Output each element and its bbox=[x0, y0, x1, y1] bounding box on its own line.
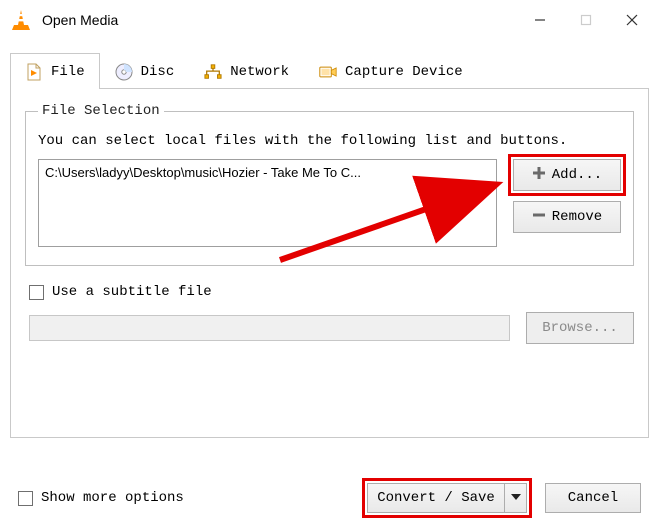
maximize-button[interactable] bbox=[563, 0, 609, 40]
show-more-checkbox[interactable] bbox=[18, 491, 33, 506]
window-title: Open Media bbox=[42, 12, 118, 28]
minimize-button[interactable] bbox=[517, 0, 563, 40]
tab-panel-file: File Selection You can select local file… bbox=[10, 88, 649, 438]
tab-network-label: Network bbox=[230, 64, 289, 80]
convert-save-button[interactable]: Convert / Save bbox=[367, 483, 505, 513]
tab-network[interactable]: Network bbox=[189, 53, 304, 89]
subtitle-path-input bbox=[29, 315, 510, 341]
convert-save-dropdown[interactable] bbox=[505, 483, 527, 513]
close-button[interactable] bbox=[609, 0, 655, 40]
show-more-label: Show more options bbox=[41, 490, 184, 506]
remove-button-label: Remove bbox=[552, 209, 602, 225]
file-list[interactable]: C:\Users\ladyy\Desktop\music\Hozier - Ta… bbox=[38, 159, 497, 247]
tab-capture-label: Capture Device bbox=[345, 64, 463, 80]
browse-button-label: Browse... bbox=[542, 320, 618, 336]
file-selection-help: You can select local files with the foll… bbox=[38, 133, 621, 149]
browse-button: Browse... bbox=[526, 312, 634, 344]
add-button-label: Add... bbox=[552, 167, 602, 183]
plus-icon bbox=[532, 166, 546, 185]
show-more-options-row[interactable]: Show more options bbox=[18, 490, 184, 506]
file-icon bbox=[25, 63, 43, 81]
convert-save-group: Convert / Save bbox=[367, 483, 527, 513]
vlc-cone-icon bbox=[10, 9, 32, 31]
remove-button[interactable]: Remove bbox=[513, 201, 621, 233]
disc-icon bbox=[115, 63, 133, 81]
window-controls bbox=[517, 0, 655, 40]
tab-disc-label: Disc bbox=[141, 64, 175, 80]
file-selection-legend: File Selection bbox=[38, 103, 164, 119]
title-bar: Open Media bbox=[0, 0, 659, 40]
file-selection-group: File Selection You can select local file… bbox=[25, 103, 634, 266]
cancel-button-label: Cancel bbox=[568, 490, 618, 506]
cancel-button[interactable]: Cancel bbox=[545, 483, 641, 513]
network-icon bbox=[204, 63, 222, 81]
subtitle-checkbox-row[interactable]: Use a subtitle file bbox=[29, 284, 634, 300]
tab-file-label: File bbox=[51, 64, 85, 80]
bottom-bar: Show more options Convert / Save Cancel bbox=[0, 475, 659, 531]
file-list-item[interactable]: C:\Users\ladyy\Desktop\music\Hozier - Ta… bbox=[45, 164, 490, 181]
tab-capture[interactable]: Capture Device bbox=[304, 53, 478, 89]
subtitle-checkbox-label: Use a subtitle file bbox=[52, 284, 212, 300]
convert-save-label: Convert / Save bbox=[377, 490, 495, 506]
subtitle-checkbox[interactable] bbox=[29, 285, 44, 300]
capture-icon bbox=[319, 63, 337, 81]
chevron-down-icon bbox=[511, 490, 521, 506]
tab-disc[interactable]: Disc bbox=[100, 53, 190, 89]
add-button[interactable]: Add... bbox=[513, 159, 621, 191]
minus-icon bbox=[532, 208, 546, 227]
tab-file[interactable]: File bbox=[10, 53, 100, 89]
tab-bar: File Disc Network bbox=[10, 52, 649, 88]
